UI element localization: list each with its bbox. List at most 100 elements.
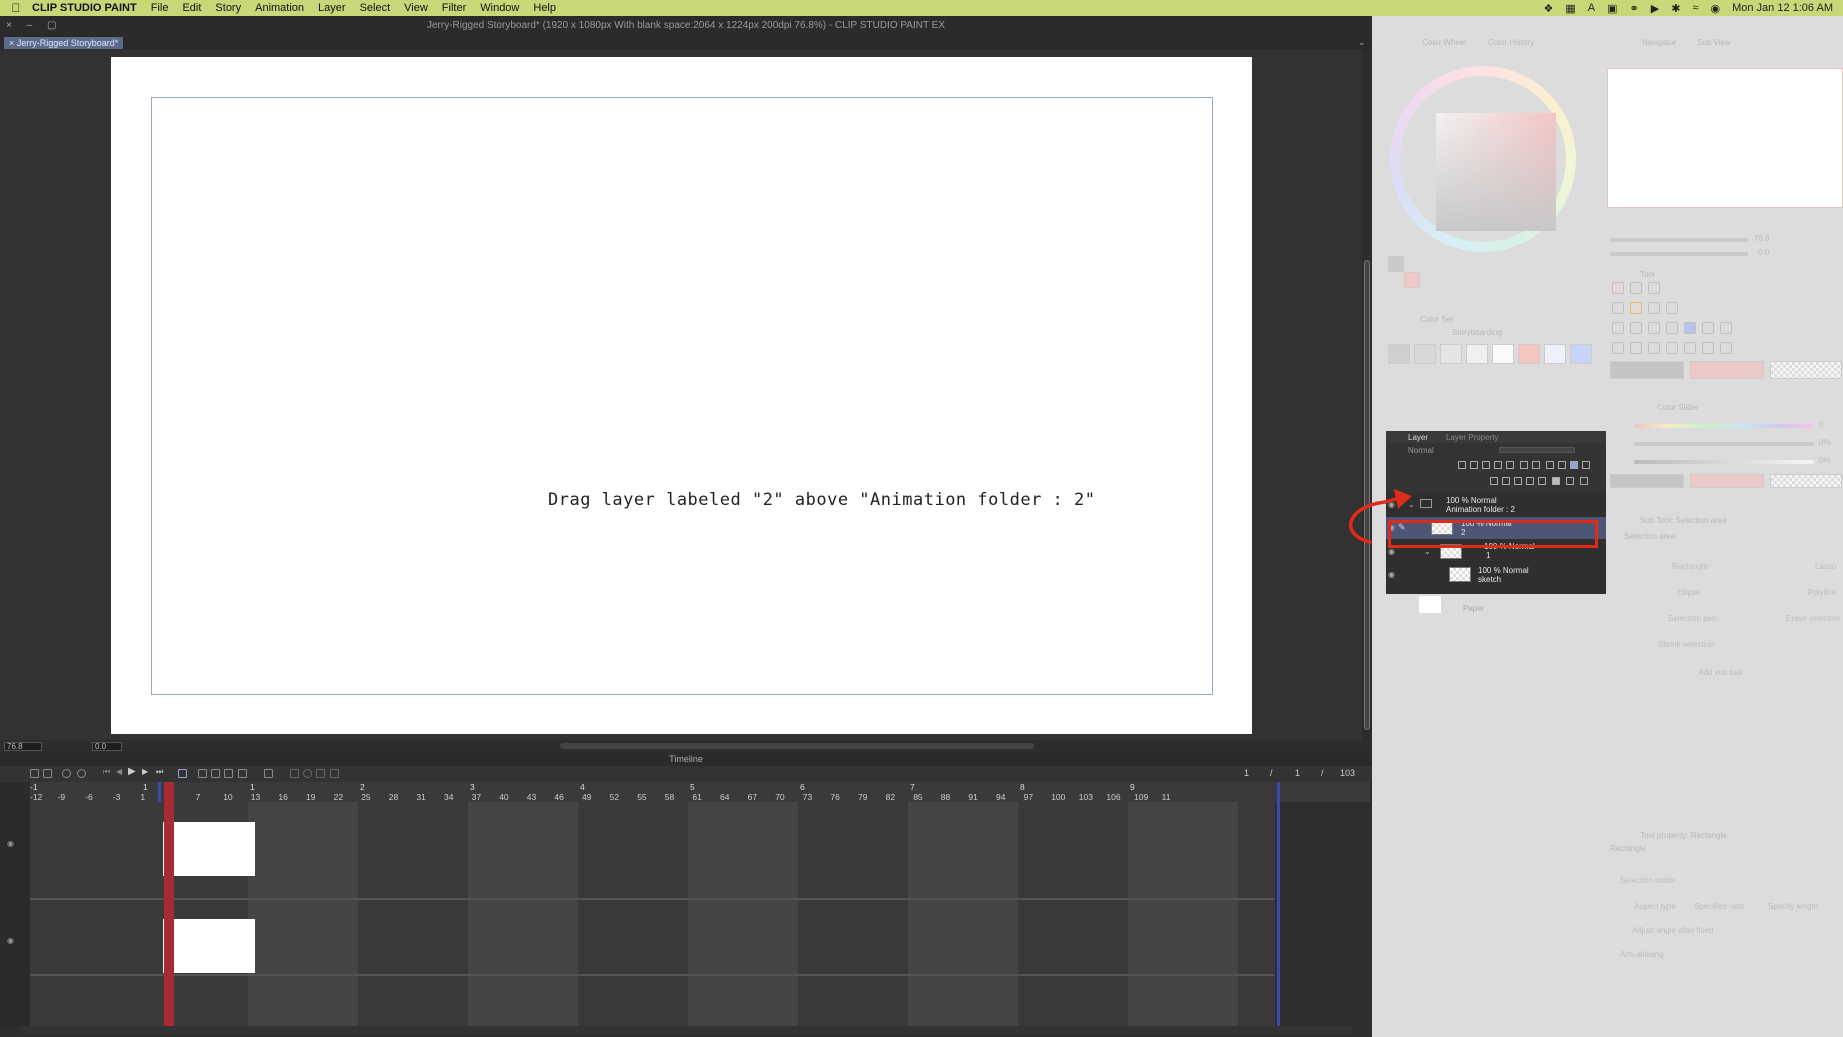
clip-icon[interactable] <box>1458 461 1466 469</box>
color-set-name[interactable]: Storyboarding <box>1452 328 1502 337</box>
tool-icon[interactable] <box>1648 342 1660 354</box>
play-button[interactable]: ▶ <box>128 766 137 777</box>
layer-option-icon[interactable] <box>1558 461 1566 469</box>
color-swatch[interactable] <box>1440 344 1462 364</box>
color-swatch[interactable] <box>1492 344 1514 364</box>
canvas-paper[interactable] <box>111 57 1252 734</box>
value-slider[interactable] <box>1634 460 1814 464</box>
navigator-rotate-slider[interactable] <box>1610 252 1748 256</box>
tool-icon[interactable] <box>1684 342 1696 354</box>
timeline-settings-icon[interactable] <box>43 769 52 778</box>
new-timeline-icon[interactable] <box>30 769 39 778</box>
headphones-icon[interactable]: ⚭ <box>1630 2 1639 15</box>
timeline-scrollbar[interactable] <box>20 1026 1352 1034</box>
color-history-tab[interactable]: Color History <box>1488 38 1534 47</box>
color-set-tab[interactable]: Color Set <box>1420 315 1453 324</box>
canvas-area[interactable]: Drag layer labeled "2" above "Animation … <box>0 50 1362 740</box>
wifi-icon[interactable]: ≈ <box>1692 2 1698 14</box>
eye-icon[interactable]: ◉ <box>7 839 14 848</box>
specify-cel-icon[interactable] <box>211 769 220 778</box>
navigator-preview[interactable] <box>1607 68 1843 208</box>
apple-icon[interactable]:  <box>0 1 32 15</box>
prop-adjust-angle[interactable]: Adjust angle after fixed <box>1632 926 1713 935</box>
tool-icon[interactable] <box>1630 342 1642 354</box>
end-marker[interactable] <box>1277 782 1280 1027</box>
app-menu[interactable]: CLIP STUDIO PAINT <box>32 2 137 14</box>
navigator-tab[interactable]: Navigator <box>1642 38 1676 47</box>
tool-icon[interactable] <box>1630 302 1642 314</box>
ruler-icon[interactable] <box>1532 461 1540 469</box>
color-swatch[interactable] <box>1388 344 1410 364</box>
mask-add-icon[interactable] <box>1552 477 1560 485</box>
tool-icon[interactable] <box>1702 322 1714 334</box>
rewind-icon[interactable]: ⏮ <box>103 767 112 776</box>
zoom-field[interactable]: 76.8 <box>4 741 42 751</box>
layer-color-icon[interactable] <box>1546 461 1554 469</box>
color-saturation-square[interactable] <box>1436 113 1556 231</box>
clock[interactable]: Mon Jan 12 1:06 AM <box>1732 2 1833 14</box>
step-back-icon[interactable]: ◀ <box>116 767 125 776</box>
new-vector-layer-icon[interactable] <box>1502 477 1510 485</box>
slider-sub-color[interactable] <box>1690 474 1764 488</box>
tool-property-tab[interactable]: Tool property: Rectangle <box>1640 831 1727 840</box>
new-folder-icon[interactable] <box>1514 477 1522 485</box>
color-swatch[interactable] <box>1544 344 1566 364</box>
trash-icon[interactable] <box>1580 477 1588 485</box>
color-swatch[interactable] <box>1518 344 1540 364</box>
menu-help[interactable]: Help <box>533 2 556 14</box>
bluetooth-icon[interactable]: ✱ <box>1671 2 1680 15</box>
tool-icon[interactable] <box>1648 322 1660 334</box>
main-color-chip[interactable] <box>1610 361 1684 379</box>
menu-animation[interactable]: Animation <box>255 2 304 14</box>
tool-icon[interactable] <box>1612 322 1624 334</box>
prop-specify-length[interactable]: Specify length <box>1768 902 1818 911</box>
layer-settings-icon[interactable] <box>1582 461 1590 469</box>
grid-icon[interactable]: ▦ <box>1565 2 1575 15</box>
tool-icon[interactable] <box>1648 302 1660 314</box>
tool-icon[interactable] <box>1720 322 1732 334</box>
slider-transparent-color[interactable] <box>1770 474 1842 488</box>
rotation-field[interactable]: 0.0 <box>92 741 122 751</box>
layer-tab[interactable]: Layer <box>1408 433 1428 442</box>
layer-row-sketch[interactable]: ◉ 100 % Normal sketch <box>1386 564 1606 586</box>
hue-slider[interactable] <box>1634 424 1814 428</box>
tool-icon[interactable] <box>1630 322 1642 334</box>
layer-row-paper[interactable]: Paper <box>1386 594 1606 616</box>
keyboard-input-icon[interactable]: A <box>1588 2 1595 14</box>
timeline-tracks[interactable]: 1 <box>30 802 1275 1027</box>
tool-icon[interactable] <box>1702 342 1714 354</box>
tool-tab[interactable]: Tool <box>1640 270 1655 279</box>
new-animation-cel-icon[interactable] <box>198 769 207 778</box>
sub-tool-lasso[interactable]: Lasso <box>1815 562 1836 571</box>
menu-view[interactable]: View <box>404 2 428 14</box>
color-wheel-tab[interactable]: Color Wheel <box>1422 38 1466 47</box>
zoom-out-icon[interactable] <box>62 769 71 778</box>
merge-icon[interactable] <box>1538 477 1546 485</box>
sub-tool-shrink-selection[interactable]: Shrink selection <box>1658 640 1714 649</box>
menu-edit[interactable]: Edit <box>182 2 201 14</box>
keyframe-icon[interactable] <box>264 769 273 778</box>
menu-story[interactable]: Story <box>215 2 241 14</box>
opacity-slider[interactable] <box>1499 447 1575 453</box>
sub-tool-polyline[interactable]: Polyline <box>1808 588 1836 597</box>
eye-icon[interactable]: ◉ <box>7 936 14 945</box>
main-color-swatch[interactable] <box>1388 256 1404 272</box>
window-controls-icon[interactable]: × – ▢ <box>6 16 62 36</box>
zoom-in-icon[interactable] <box>77 769 86 778</box>
tool-icon[interactable] <box>1648 282 1660 294</box>
fast-forward-icon[interactable]: ⏭ <box>156 767 165 776</box>
tool-icon[interactable] <box>1666 302 1678 314</box>
mask-icon[interactable] <box>1520 461 1528 469</box>
delete-cel-icon[interactable] <box>224 769 233 778</box>
new-raster-layer-icon[interactable] <box>1490 477 1498 485</box>
transparent-color-chip[interactable] <box>1770 361 1842 379</box>
color-swatch[interactable] <box>1414 344 1436 364</box>
sub-color-swatch[interactable] <box>1404 272 1420 288</box>
tool-icon[interactable] <box>1684 322 1696 334</box>
current-frame[interactable]: 1 <box>1244 768 1249 778</box>
sub-color-chip[interactable] <box>1690 361 1764 379</box>
tool-icon[interactable] <box>1612 282 1624 294</box>
tool-icon[interactable] <box>1612 302 1624 314</box>
tool-icon[interactable] <box>1612 342 1624 354</box>
canvas-vertical-scrollbar[interactable] <box>1362 50 1372 740</box>
